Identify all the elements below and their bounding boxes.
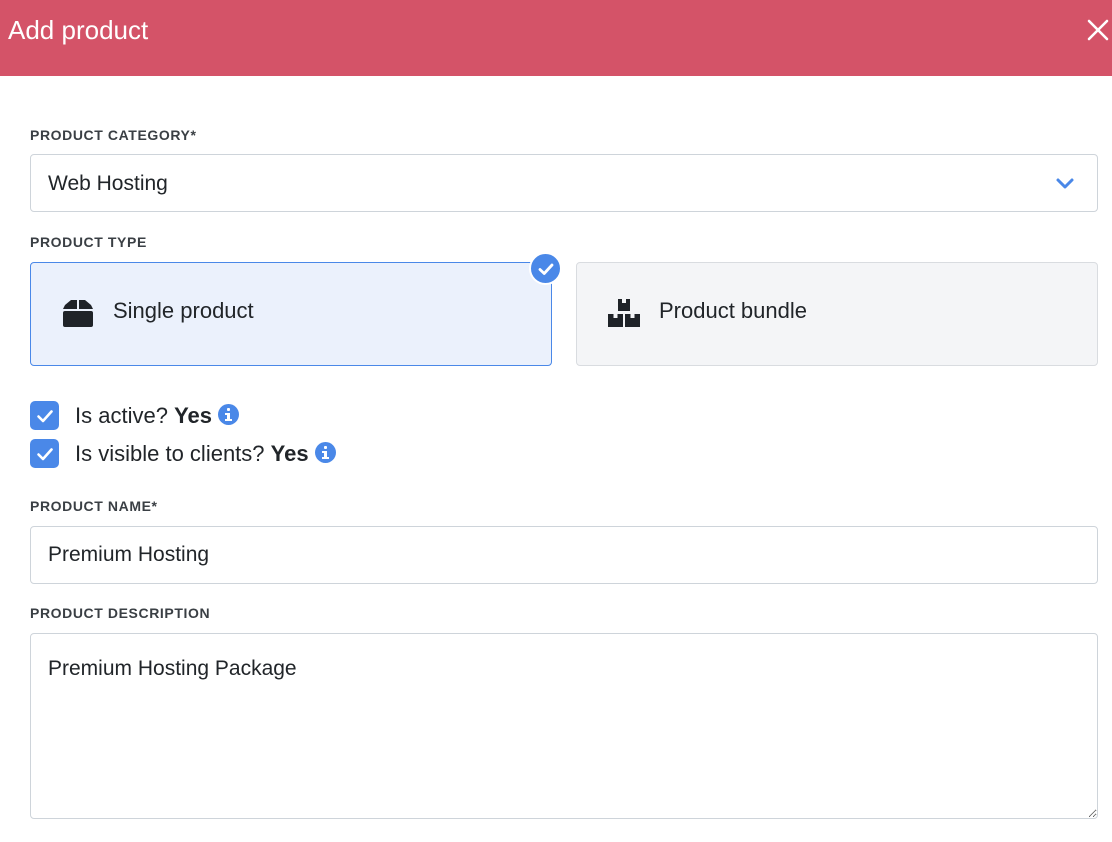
is-active-text: Is active? Yes xyxy=(75,402,239,430)
checkmark-circle-icon xyxy=(538,263,553,275)
product-category-label: PRODUCT CATEGORY* xyxy=(30,127,197,143)
is-active-label: Is active? xyxy=(75,403,168,428)
chevron-down-icon xyxy=(1056,178,1074,189)
is-active-checkbox[interactable] xyxy=(30,401,59,430)
box-icon xyxy=(63,300,93,327)
close-icon xyxy=(1087,19,1109,41)
product-description-label: PRODUCT DESCRIPTION xyxy=(30,605,211,621)
checkmark-icon xyxy=(36,447,53,460)
is-visible-value: Yes xyxy=(270,441,309,466)
product-category-value: Web Hosting xyxy=(48,172,168,195)
close-button[interactable] xyxy=(1084,14,1112,46)
modal-title: Add product xyxy=(8,15,149,45)
product-category-select[interactable]: Web Hosting xyxy=(30,154,1098,212)
modal-header: Add product xyxy=(0,0,1112,76)
product-bundle-option[interactable]: Product bundle xyxy=(576,262,1098,366)
boxes-icon xyxy=(608,299,640,327)
single-product-option[interactable]: Single product xyxy=(30,262,552,366)
info-icon[interactable] xyxy=(314,442,336,463)
product-description-textarea[interactable]: Premium Hosting Package xyxy=(30,633,1098,819)
info-icon[interactable] xyxy=(218,404,239,425)
product-name-label: PRODUCT NAME* xyxy=(30,498,158,514)
product-bundle-label: Product bundle xyxy=(659,298,807,323)
product-name-input[interactable] xyxy=(30,526,1098,584)
checkmark-icon xyxy=(36,409,53,422)
product-type-label: PRODUCT TYPE xyxy=(30,234,147,250)
single-product-label: Single product xyxy=(113,298,254,323)
is-visible-label: Is visible to clients? xyxy=(75,441,265,466)
selected-badge xyxy=(529,252,562,285)
is-active-value: Yes xyxy=(174,403,212,428)
is-visible-checkbox[interactable] xyxy=(30,439,59,468)
is-visible-text: Is visible to clients? Yes xyxy=(75,440,336,468)
